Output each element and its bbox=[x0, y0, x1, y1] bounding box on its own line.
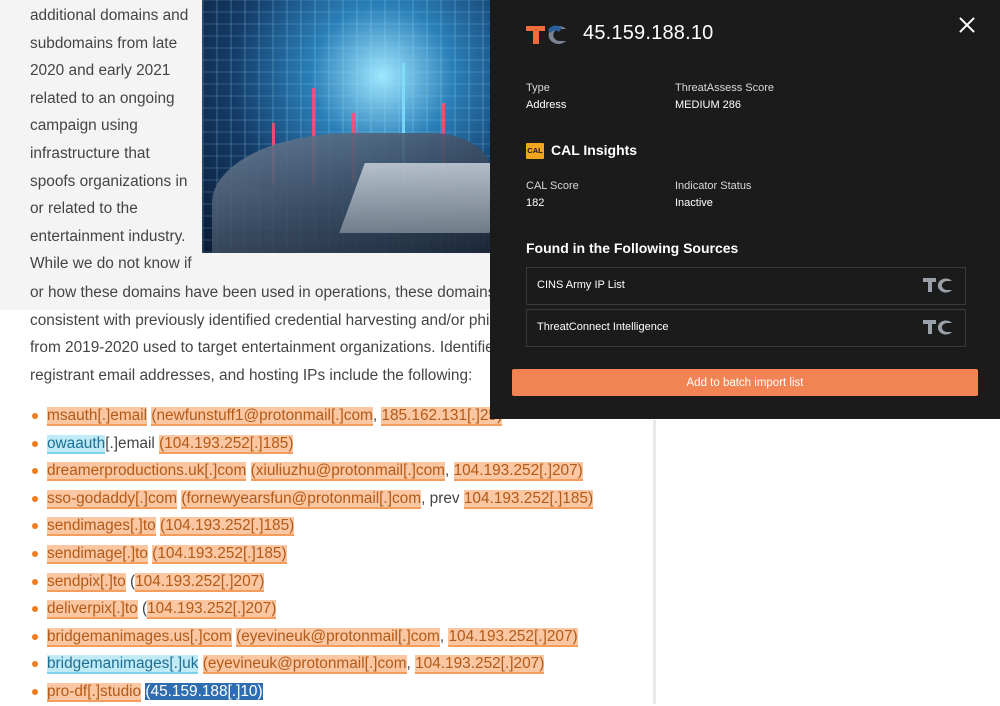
text-line: campaign using bbox=[30, 117, 138, 135]
bullet-icon bbox=[32, 413, 38, 419]
threatassess-score-label: ThreatAssess Score bbox=[675, 82, 775, 94]
sources-title: Found in the Following Sources bbox=[526, 240, 739, 256]
list-text: , prev bbox=[421, 489, 464, 507]
threatconnect-logo-icon bbox=[923, 320, 952, 335]
add-to-batch-import-button[interactable]: Add to batch import list bbox=[512, 369, 978, 396]
highlighted-indicator[interactable]: pro-df[.]studio bbox=[47, 682, 142, 702]
threatconnect-logo-icon bbox=[526, 25, 566, 44]
indicator-title: 45.159.188.10 bbox=[583, 22, 714, 44]
indicator-status-value: Inactive bbox=[675, 197, 713, 209]
list-text: ( bbox=[125, 572, 136, 590]
threatconnect-logo-icon bbox=[923, 278, 952, 293]
bullet-icon bbox=[32, 440, 38, 447]
text-line: While we do not know if bbox=[30, 255, 192, 273]
highlighted-indicator[interactable]: (eyevineuk@protonmail[.]com bbox=[202, 655, 407, 675]
threatconnect-indicator-panel: 45.159.188.10 Type Address ThreatAssess … bbox=[490, 0, 1000, 419]
highlighted-indicator[interactable]: (104.193.252[.]185) bbox=[159, 517, 295, 537]
bullet-icon bbox=[32, 633, 38, 640]
highlighted-indicator[interactable]: (104.193.252[.]185) bbox=[159, 434, 294, 454]
highlighted-indicator[interactable]: owaauth bbox=[47, 434, 106, 454]
highlighted-indicator[interactable]: (45.159.188[.]10) bbox=[145, 682, 263, 700]
cal-badge-icon: CAL bbox=[526, 143, 544, 159]
bullet-icon bbox=[32, 550, 38, 557]
cal-insights-title: CAL Insights bbox=[551, 142, 638, 158]
list-text: ( bbox=[137, 600, 148, 618]
source-item-cins-army[interactable]: CINS Army IP List bbox=[526, 267, 966, 305]
highlighted-indicator[interactable]: sendimage[.]to bbox=[47, 544, 148, 564]
list-text: [.]email bbox=[105, 434, 160, 452]
source-label: CINS Army IP List bbox=[537, 279, 625, 291]
indicator-status-label: Indicator Status bbox=[675, 180, 752, 192]
highlighted-indicator[interactable]: (104.193.252[.]185) bbox=[152, 544, 287, 564]
close-icon[interactable] bbox=[958, 16, 976, 34]
list-text: , bbox=[445, 462, 454, 480]
highlighted-indicator[interactable]: 104.193.252[.]207) bbox=[415, 655, 545, 675]
highlighted-indicator[interactable]: bridgemanimages.us[.]com bbox=[47, 627, 232, 647]
indicator-list: msauth[.]email (newfunstuff1@protonmail[… bbox=[30, 402, 594, 706]
text-line: infrastructure that bbox=[30, 144, 150, 162]
hero-image bbox=[202, 0, 502, 253]
highlighted-indicator[interactable]: 104.193.252[.]207) bbox=[135, 572, 265, 592]
highlighted-indicator[interactable]: 104.193.252[.]207) bbox=[147, 600, 277, 620]
source-label: ThreatConnect Intelligence bbox=[537, 321, 669, 333]
bullet-icon bbox=[32, 523, 38, 530]
list-item: dreamerproductions.uk[.]com (xiuliuzhu@p… bbox=[30, 457, 593, 485]
column-divider bbox=[653, 420, 656, 704]
list-item: owaauth[.]email (104.193.252[.]185) bbox=[30, 430, 593, 458]
bullet-icon bbox=[32, 661, 38, 668]
highlighted-indicator[interactable]: 104.193.252[.]207) bbox=[453, 462, 583, 482]
highlighted-indicator[interactable]: dreamerproductions.uk[.]com bbox=[47, 462, 247, 482]
text-line: additional domains and bbox=[30, 7, 189, 24]
list-text bbox=[246, 462, 250, 479]
cal-score-label: CAL Score bbox=[526, 180, 579, 192]
highlighted-indicator[interactable]: (eyevineuk@protonmail[.]com bbox=[236, 627, 440, 647]
text-line: spoofs organizations in bbox=[30, 172, 188, 190]
text-line: entertainment industry. bbox=[30, 227, 186, 245]
highlighted-indicator[interactable]: (newfunstuff1@protonmail[.]com bbox=[151, 407, 373, 426]
list-item: pro-df[.]studio (45.159.188[.]10) bbox=[30, 678, 593, 706]
highlighted-indicator[interactable]: (fornewyearsfun@protonmail[.]com bbox=[181, 489, 422, 509]
cal-score-value: 182 bbox=[526, 197, 545, 209]
list-text: , bbox=[406, 655, 416, 673]
bullet-icon bbox=[32, 578, 38, 585]
list-item: sendimages[.]to (104.193.252[.]185) bbox=[30, 512, 593, 540]
article-paragraph-narrow: additional domains and subdomains from l… bbox=[30, 2, 200, 278]
highlighted-indicator[interactable]: sendpix[.]to bbox=[47, 572, 126, 592]
list-item: sendpix[.]to (104.193.252[.]207) bbox=[30, 568, 593, 596]
threatassess-score-value: MEDIUM 286 bbox=[675, 99, 742, 111]
bullet-icon bbox=[32, 468, 38, 475]
source-item-threatconnect-intelligence[interactable]: ThreatConnect Intelligence bbox=[526, 309, 966, 347]
text-line: subdomains from late bbox=[30, 34, 178, 52]
list-item: bridgemanimages.us[.]com (eyevineuk@prot… bbox=[30, 623, 593, 651]
bullet-icon bbox=[32, 495, 38, 502]
list-item: deliverpix[.]to (104.193.252[.]207) bbox=[30, 595, 593, 623]
bullet-icon bbox=[32, 688, 38, 695]
highlighted-indicator[interactable]: bridgemanimages[.]uk bbox=[47, 655, 199, 675]
highlighted-indicator[interactable]: deliverpix[.]to bbox=[47, 600, 138, 620]
type-value: Address bbox=[526, 99, 567, 111]
highlighted-indicator[interactable]: 104.193.252[.]207) bbox=[448, 627, 578, 647]
text-line: or related to the bbox=[30, 200, 138, 218]
highlighted-indicator[interactable]: sso-godaddy[.]com bbox=[47, 489, 178, 509]
text-line: 2020 and early 2021 bbox=[30, 62, 171, 80]
highlighted-indicator[interactable]: (xiuliuzhu@protonmail[.]com bbox=[250, 462, 445, 482]
bullet-icon bbox=[32, 606, 38, 613]
list-item: bridgemanimages[.]uk (eyevineuk@protonma… bbox=[30, 650, 593, 678]
list-item: sendimage[.]to (104.193.252[.]185) bbox=[30, 540, 593, 568]
highlighted-indicator[interactable]: msauth[.]email bbox=[47, 407, 148, 426]
highlighted-indicator[interactable]: 104.193.252[.]185) bbox=[463, 489, 594, 509]
highlighted-indicator[interactable]: sendimages[.]to bbox=[47, 517, 156, 537]
list-item: sso-godaddy[.]com (fornewyearsfun@proton… bbox=[30, 485, 594, 513]
text-line: related to an ongoing bbox=[30, 89, 175, 107]
type-label: Type bbox=[526, 82, 550, 94]
highlighted-indicator[interactable]: 185.162.131[.]25) bbox=[381, 407, 503, 426]
